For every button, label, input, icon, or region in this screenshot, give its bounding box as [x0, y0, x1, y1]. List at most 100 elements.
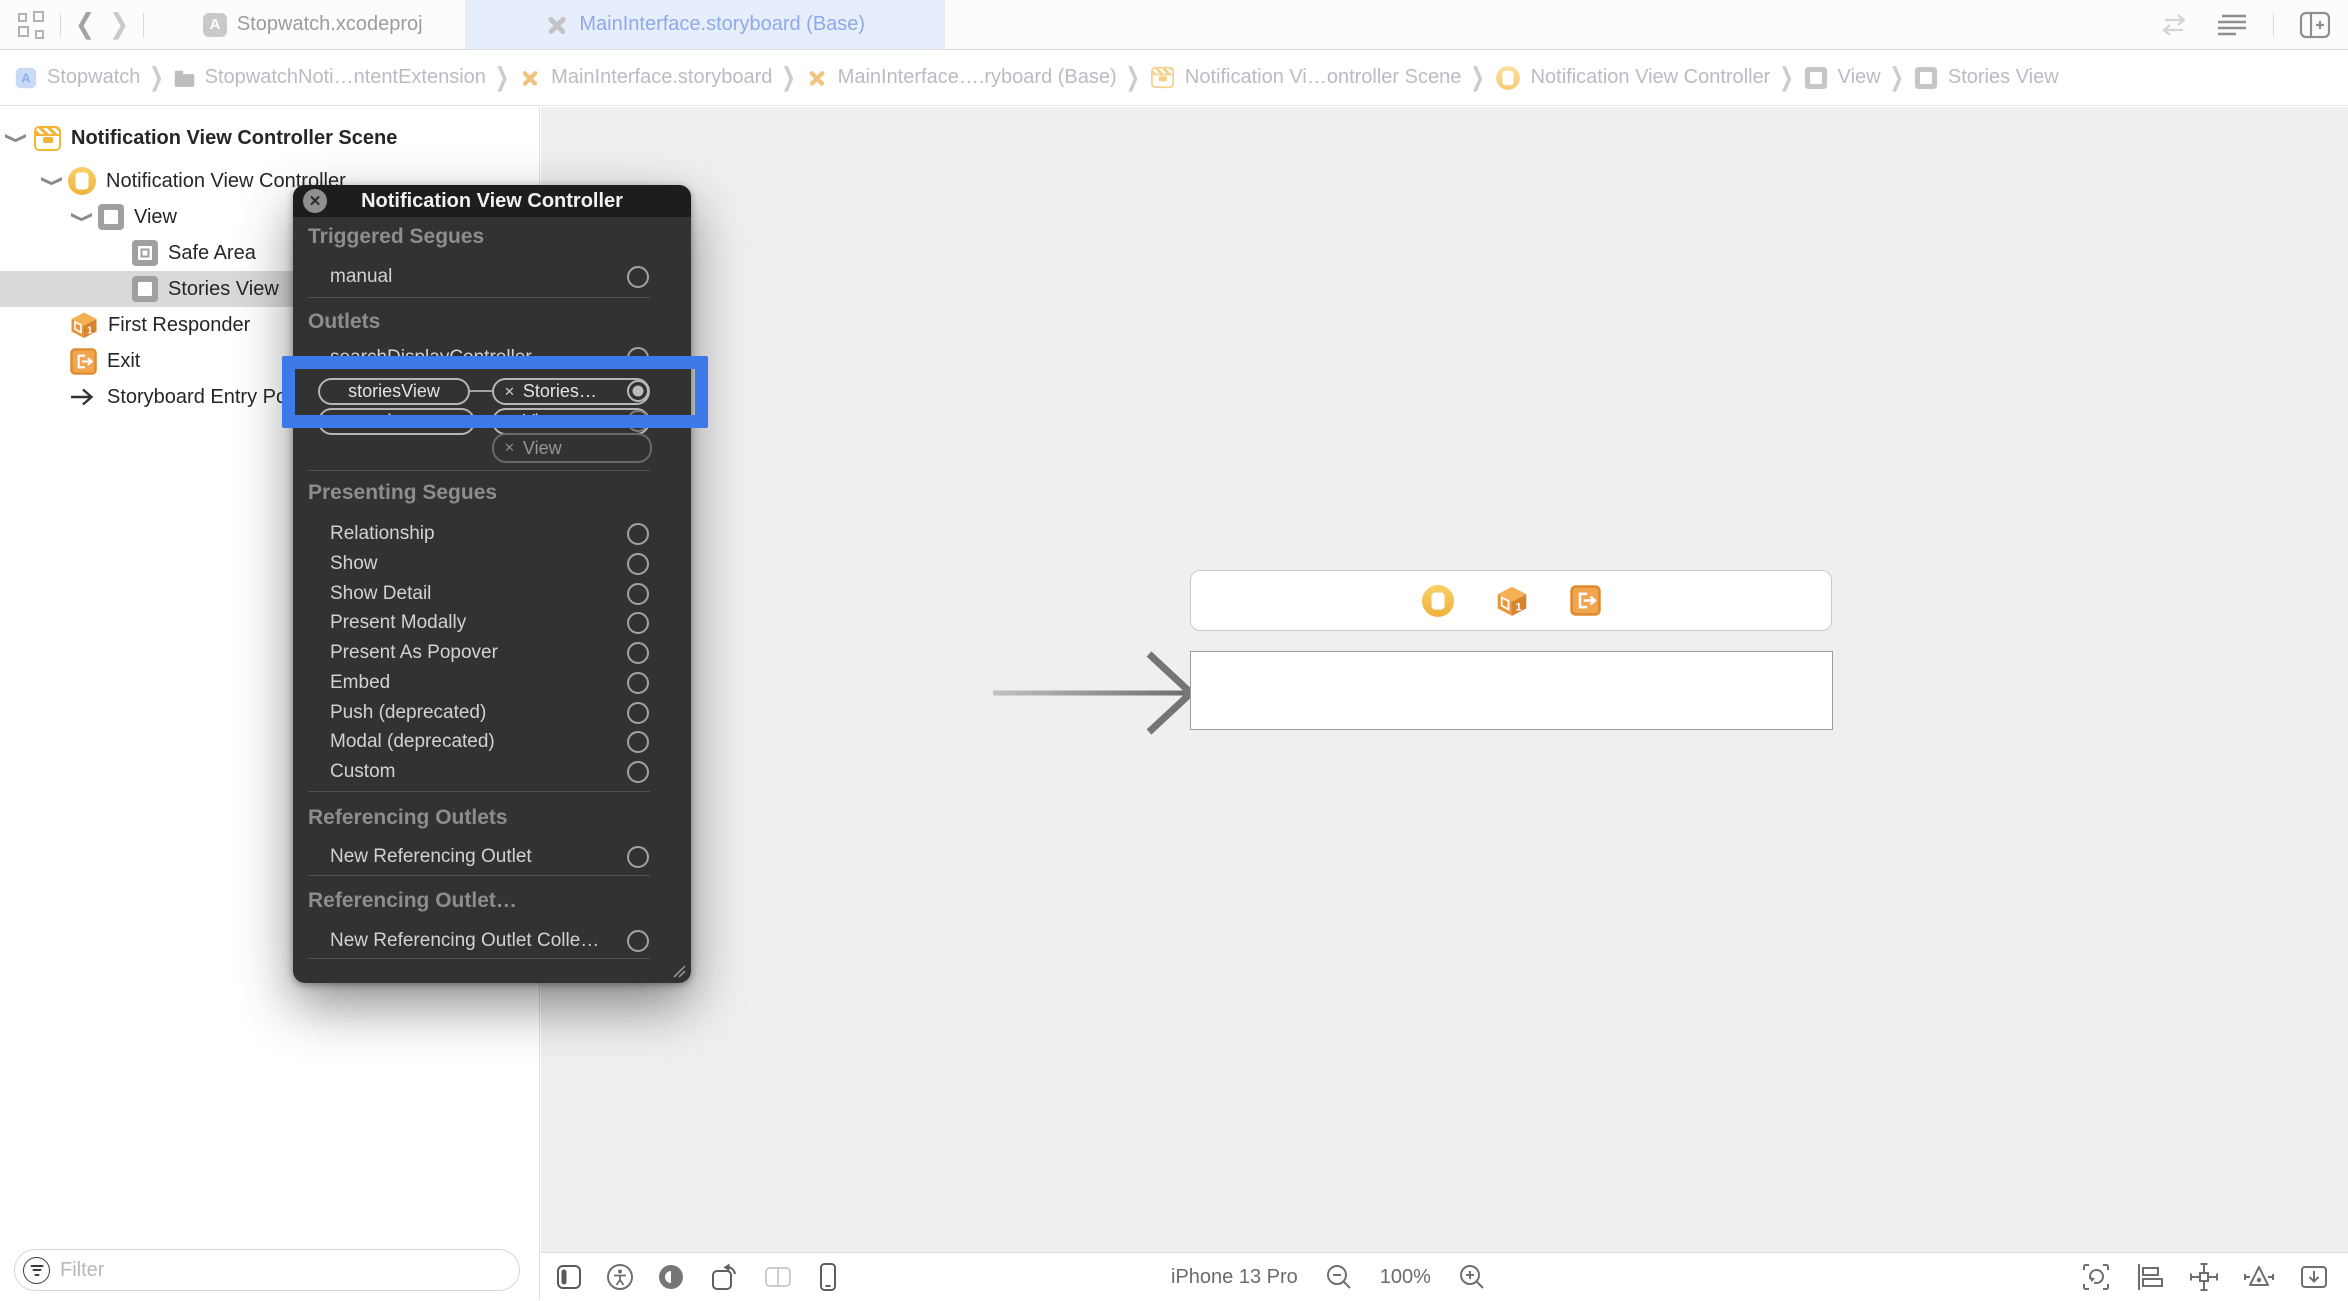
breadcrumb-file-base[interactable]: MainInterface….ryboard (Base)	[805, 66, 1117, 90]
orientation-icon[interactable]	[707, 1261, 741, 1293]
popup-row-new-referencing-outlet-collection[interactable]: New Referencing Outlet Colle…	[293, 928, 691, 954]
disclosure-chevron-icon[interactable]: ❯	[40, 172, 65, 190]
first-responder-cube-icon[interactable]: 1	[1496, 585, 1528, 617]
outline-label: First Responder	[108, 313, 251, 336]
connect-socket-icon[interactable]	[627, 523, 649, 545]
row-label: Present As Popover	[330, 642, 498, 663]
disclosure-chevron-icon[interactable]: ❯	[70, 208, 95, 226]
popup-row-manual[interactable]: manual	[293, 264, 691, 290]
row-label: manual	[330, 266, 393, 287]
connect-socket-icon[interactable]	[627, 930, 649, 952]
view-controller-icon[interactable]	[1421, 584, 1454, 617]
section-referencing-outlets: Referencing Outlets	[308, 806, 508, 829]
breadcrumb-target[interactable]: StopwatchNoti…ntentExtension	[173, 66, 486, 89]
update-frames-icon[interactable]	[2080, 1261, 2112, 1293]
outline-label: Storyboard Entry Po	[107, 385, 288, 408]
add-editor-icon[interactable]	[2298, 10, 2332, 40]
forward-button[interactable]: ❯	[109, 8, 129, 41]
breadcrumb-project[interactable]: A Stopwatch	[14, 66, 140, 90]
tab-maininterface-storyboard[interactable]: MainInterface.storyboard (Base)	[465, 0, 946, 49]
view-icon	[1804, 66, 1827, 89]
appearance-toggle-icon[interactable]	[656, 1262, 686, 1292]
popup-row-new-referencing-outlet[interactable]: New Referencing Outlet	[293, 844, 691, 870]
popup-header[interactable]: ✕ Notification View Controller	[293, 185, 691, 217]
breadcrumb-label: Notification Vi…ontroller Scene	[1184, 66, 1462, 88]
connect-socket-icon[interactable]	[627, 553, 649, 575]
connect-socket-icon[interactable]	[627, 642, 649, 664]
breadcrumb-file[interactable]: MainInterface.storyboard	[518, 66, 772, 90]
adjust-editor-options-icon[interactable]	[2215, 10, 2249, 40]
popup-row-modal-deprecated[interactable]: Modal (deprecated)	[293, 729, 691, 755]
divider	[308, 875, 650, 876]
exit-icon[interactable]	[1569, 585, 1601, 616]
accessibility-icon[interactable]	[605, 1262, 635, 1292]
outline-label: Exit	[107, 349, 141, 372]
scene-icon	[1150, 66, 1174, 89]
popup-row-present-as-popover[interactable]: Present As Popover	[293, 640, 691, 666]
filter-field[interactable]	[14, 1249, 520, 1291]
breadcrumb-label: Stories View	[1947, 66, 2059, 88]
connect-socket-icon[interactable]	[627, 583, 649, 605]
zoom-in-icon[interactable]	[1457, 1262, 1487, 1292]
connect-socket-icon[interactable]	[627, 731, 649, 753]
filter-input[interactable]	[60, 1258, 480, 1282]
editor-overview-icon[interactable]	[18, 10, 46, 39]
connect-socket-icon[interactable]	[627, 266, 649, 288]
breadcrumb-label: View	[1837, 66, 1881, 88]
ghost-target-capsule: ✕ View	[492, 433, 652, 463]
add-constraints-icon[interactable]	[2188, 1261, 2220, 1293]
breadcrumb-label: Stopwatch	[47, 66, 141, 88]
embed-icon[interactable]	[2298, 1261, 2330, 1293]
connect-socket-icon[interactable]	[627, 761, 649, 783]
zoom-level[interactable]: 100%	[1380, 1266, 1431, 1289]
view-icon	[1914, 66, 1937, 89]
close-icon[interactable]: ✕	[303, 189, 327, 213]
canvas-bottom-bar: iPhone 13 Pro 100%	[541, 1252, 2348, 1300]
divider	[308, 791, 650, 792]
tab-label: MainInterface.storyboard (Base)	[579, 13, 866, 35]
zoom-out-icon[interactable]	[1324, 1262, 1354, 1292]
breadcrumb-view-controller[interactable]: Notification View Controller	[1494, 64, 1770, 92]
outline-row-scene[interactable]: ❯ Notification View Controller Scene	[0, 120, 540, 156]
notification-view[interactable]	[1190, 651, 1833, 730]
divider	[143, 12, 145, 37]
tab-stopwatch-xcodeproj[interactable]: A Stopwatch.xcodeproj	[160, 0, 465, 49]
outline-label: Safe Area	[168, 241, 256, 264]
outline-label: Notification View Controller Scene	[71, 126, 398, 149]
popup-row-custom[interactable]: Custom	[293, 759, 691, 785]
connect-socket-icon[interactable]	[627, 612, 649, 634]
connect-socket-icon[interactable]	[627, 702, 649, 724]
resize-grip[interactable]	[670, 962, 686, 978]
split-view-icon[interactable]	[762, 1262, 794, 1292]
breadcrumb-scene[interactable]: Notification Vi…ontroller Scene	[1149, 65, 1461, 90]
popup-row-push-deprecated[interactable]: Push (deprecated)	[293, 700, 691, 726]
resolve-autolayout-icon[interactable]	[2242, 1261, 2276, 1293]
popup-row-show[interactable]: Show	[293, 551, 691, 577]
align-icon[interactable]	[2134, 1261, 2166, 1293]
device-label[interactable]: iPhone 13 Pro	[1171, 1266, 1298, 1289]
scene-icon	[34, 125, 61, 151]
breadcrumb-stories-view[interactable]: Stories View	[1913, 65, 2059, 91]
back-button[interactable]: ❮	[75, 8, 95, 41]
popup-row-show-detail[interactable]: Show Detail	[293, 581, 691, 607]
row-label: Show	[330, 553, 378, 574]
breadcrumb-view[interactable]: View	[1803, 65, 1881, 91]
popup-row-embed[interactable]: Embed	[293, 670, 691, 696]
divider	[308, 958, 650, 959]
jump-bar: A Stopwatch ❯ StopwatchNoti…ntentExtensi…	[0, 50, 2348, 106]
code-review-icon[interactable]	[2157, 10, 2191, 40]
connect-socket-icon[interactable]	[627, 672, 649, 694]
folder-icon	[174, 70, 194, 87]
connect-socket-icon[interactable]	[627, 846, 649, 868]
connections-popup[interactable]: ✕ Notification View Controller Triggered…	[293, 185, 691, 983]
svg-text:1: 1	[87, 326, 93, 337]
device-icon[interactable]	[815, 1261, 841, 1293]
popup-row-present-modally[interactable]: Present Modally	[293, 610, 691, 636]
disclosure-chevron-icon[interactable]: ❯	[4, 129, 29, 147]
popup-row-relationship[interactable]: Relationship	[293, 521, 691, 547]
storyboard-canvas[interactable]: 1	[541, 107, 2348, 1252]
scene-dock[interactable]: 1	[1190, 570, 1832, 631]
view-icon	[132, 276, 158, 302]
document-outline-toggle-icon[interactable]	[554, 1262, 584, 1292]
chevron-right-icon: ❯	[1889, 62, 1904, 92]
